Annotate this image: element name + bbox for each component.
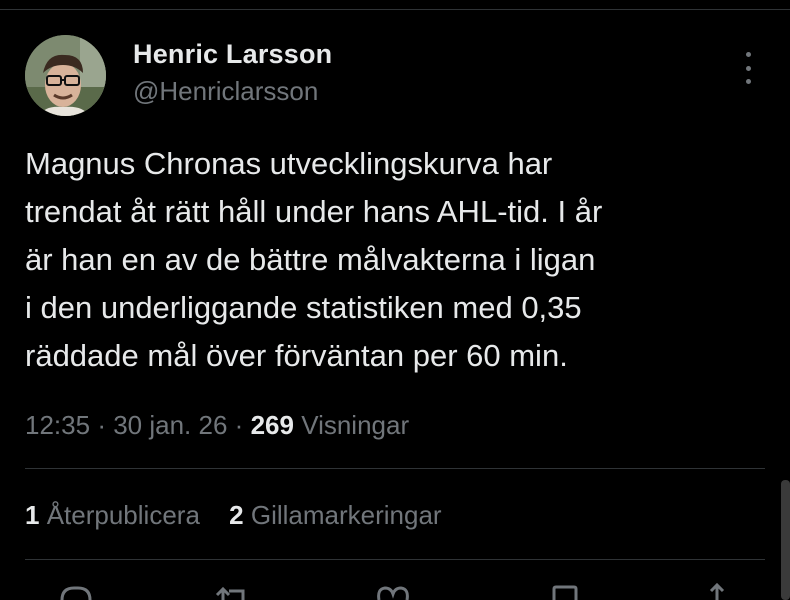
meta-separator: ·: [97, 410, 106, 440]
divider: [25, 559, 765, 560]
likes-count: 2: [229, 500, 244, 530]
reposts-label: Återpublicera: [46, 500, 200, 530]
reposts-count: 1: [25, 500, 40, 530]
scrollbar[interactable]: [781, 480, 790, 600]
bookmark-icon[interactable]: [550, 583, 580, 600]
views-count: 269: [250, 410, 294, 440]
like-icon[interactable]: [375, 583, 411, 600]
reply-icon[interactable]: [58, 583, 94, 600]
tweet-line: räddade mål över förväntan per 60 min.: [25, 338, 568, 373]
divider: [25, 468, 765, 469]
tweet-line: trendat åt rätt håll under hans AHL-tid.…: [25, 194, 603, 229]
action-bar: [0, 583, 790, 600]
tweet-text: Magnus Chronas utvecklingskurva har tren…: [25, 140, 765, 380]
meta-separator: ·: [234, 410, 244, 440]
likes-stat[interactable]: 2 Gillamarkeringar: [229, 500, 441, 530]
repost-icon[interactable]: [215, 583, 255, 600]
tweet-meta: 12:35 · 30 jan. 26 · 269 Visningar: [25, 410, 409, 441]
author-handle[interactable]: @Henriclarsson: [133, 76, 318, 107]
tweet-line: Magnus Chronas utvecklingskurva har: [25, 146, 553, 181]
likes-label: Gillamarkeringar: [250, 500, 442, 530]
tweet-time[interactable]: 12:35: [25, 410, 90, 440]
views-label: Visningar: [301, 410, 410, 440]
avatar-photo: [25, 35, 106, 116]
tweet-line: är han en av de bättre målvakterna i lig…: [25, 242, 596, 277]
more-icon[interactable]: [733, 52, 763, 84]
top-divider: [0, 9, 790, 10]
tweet-line: i den underliggande statistiken med 0,35: [25, 290, 582, 325]
avatar[interactable]: [25, 35, 106, 116]
tweet-date[interactable]: 30 jan. 26: [113, 410, 227, 440]
share-icon[interactable]: [702, 583, 732, 600]
reposts-stat[interactable]: 1 Återpublicera: [25, 500, 207, 530]
engagement-stats: 1 Återpublicera 2 Gillamarkeringar: [25, 500, 464, 531]
author-name[interactable]: Henric Larsson: [133, 39, 332, 70]
